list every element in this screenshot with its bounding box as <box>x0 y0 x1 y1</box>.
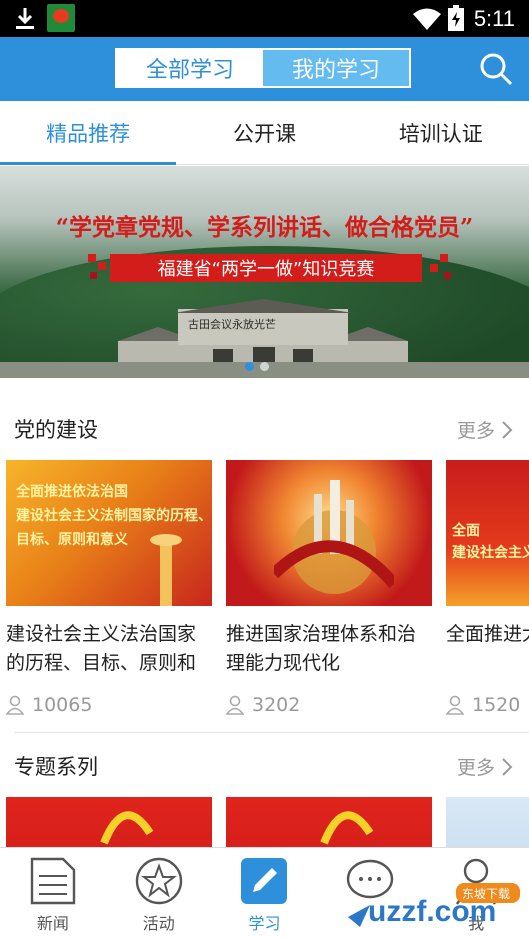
section-divider <box>14 732 529 733</box>
tab-training-certification[interactable]: 培训认证 <box>353 101 529 164</box>
city-skyline-illustration <box>274 480 394 594</box>
chevron-right-icon <box>502 420 513 439</box>
more-link[interactable]: 更多 <box>457 753 513 780</box>
tab-featured[interactable]: 精品推荐 <box>0 101 177 165</box>
nav-label: 活动 <box>142 914 175 933</box>
thumbnail-caption: 全面 建设社会主义 <box>452 523 529 561</box>
ornamental-column-icon <box>150 534 182 606</box>
course-card[interactable] <box>446 797 529 847</box>
tab-open-courses[interactable]: 公开课 <box>176 101 352 164</box>
header-bar: 全部学习 我的学习 <box>0 37 529 101</box>
watermark-badge: 东坡下载 <box>462 887 510 901</box>
nav-label: 新闻 <box>36 914 69 933</box>
star-icon <box>135 857 182 905</box>
battery-icon <box>448 5 464 31</box>
nav-activities[interactable]: 活动 <box>106 848 212 939</box>
pager-dot[interactable] <box>260 362 269 371</box>
promo-banner[interactable]: “学党章党规、学系列讲话、做合格党员” 福建省“两学一做”知识竞赛 古田会议永放… <box>0 166 529 378</box>
pencil-icon <box>241 858 288 904</box>
view-count-value: 10065 <box>32 694 93 716</box>
more-label: 更多 <box>456 420 495 442</box>
memorial-hall-illustration: 古田会议永放光芒 <box>118 299 408 369</box>
course-card[interactable] <box>6 797 212 847</box>
hammer-sickle-icon <box>320 811 374 845</box>
site-watermark: uzzf.com 东坡下载 <box>348 883 520 928</box>
course-thumbnail <box>446 797 529 847</box>
banner-pager <box>245 362 269 371</box>
course-title: 推进国家治理体系和治理能力现代化 <box>226 623 417 674</box>
course-card[interactable]: 全面 建设社会主义 全面推进大任务 1520 <box>446 460 529 716</box>
nav-study[interactable]: 学习 <box>212 848 318 939</box>
memorial-hall-sign: 古田会议永放光芒 <box>188 317 276 331</box>
course-title: 建设社会主义法治国家的历程、目标、原则和 <box>6 623 197 674</box>
view-count-value: 3202 <box>252 694 301 716</box>
clock: 5:11 <box>473 6 515 31</box>
banner-slogan: “学党章党规、学系列讲话、做合格党员” <box>55 214 474 241</box>
more-link[interactable]: 更多 <box>457 416 513 443</box>
section-title: 党的建设 <box>14 418 98 442</box>
nav-label: 学习 <box>248 914 281 933</box>
person-icon <box>226 695 244 715</box>
pager-dot[interactable] <box>245 362 254 371</box>
chevron-right-icon <box>502 757 513 776</box>
more-label: 更多 <box>456 757 495 779</box>
section-header-party-building: 党的建设 更多 <box>0 400 529 456</box>
wifi-icon <box>413 8 441 30</box>
course-card[interactable] <box>226 797 432 847</box>
segment-my-study[interactable]: 我的学习 <box>263 50 409 86</box>
banner-red-blocks-right <box>430 254 451 279</box>
course-carousel-party-building: 全面推进依法治国 建设社会主义法制国家的历程、 目标、原则和意义 建设社会主义法… <box>0 460 529 740</box>
course-carousel-topic-series <box>0 797 529 847</box>
view-count: 10065 <box>6 694 212 716</box>
view-count: 1520 <box>446 694 529 716</box>
category-tabs: 精品推荐 公开课 培训认证 <box>0 101 529 165</box>
course-title: 全面推进大任务 <box>446 623 529 645</box>
search-icon[interactable] <box>478 51 514 87</box>
course-thumbnail: 全面 建设社会主义 <box>446 460 529 606</box>
document-icon <box>30 857 76 905</box>
section-title: 专题系列 <box>14 755 98 779</box>
status-bar: 5:11 <box>0 0 529 37</box>
nav-news[interactable]: 新闻 <box>0 848 106 939</box>
course-thumbnail <box>6 797 212 847</box>
course-card[interactable]: 推进国家治理体系和治理能力现代化 3202 <box>226 460 432 716</box>
study-scope-switch: 全部学习 我的学习 <box>115 48 411 88</box>
download-icon <box>16 8 34 29</box>
course-thumbnail: 全面推进依法治国 建设社会主义法制国家的历程、 目标、原则和意义 <box>6 460 212 606</box>
app-notification-icon <box>47 4 75 32</box>
person-icon <box>6 695 24 715</box>
banner-subtitle: 福建省“两学一做”知识竞赛 <box>110 254 422 282</box>
view-count-value: 1520 <box>472 694 521 716</box>
course-thumbnail <box>226 797 432 847</box>
course-thumbnail <box>226 460 432 606</box>
person-icon <box>446 695 464 715</box>
section-header-topic-series: 专题系列 更多 <box>0 737 529 793</box>
course-card[interactable]: 全面推进依法治国 建设社会主义法制国家的历程、 目标、原则和意义 建设社会主义法… <box>6 460 212 716</box>
hammer-sickle-icon <box>100 811 154 845</box>
segment-all-study[interactable]: 全部学习 <box>117 50 263 86</box>
view-count: 3202 <box>226 694 432 716</box>
